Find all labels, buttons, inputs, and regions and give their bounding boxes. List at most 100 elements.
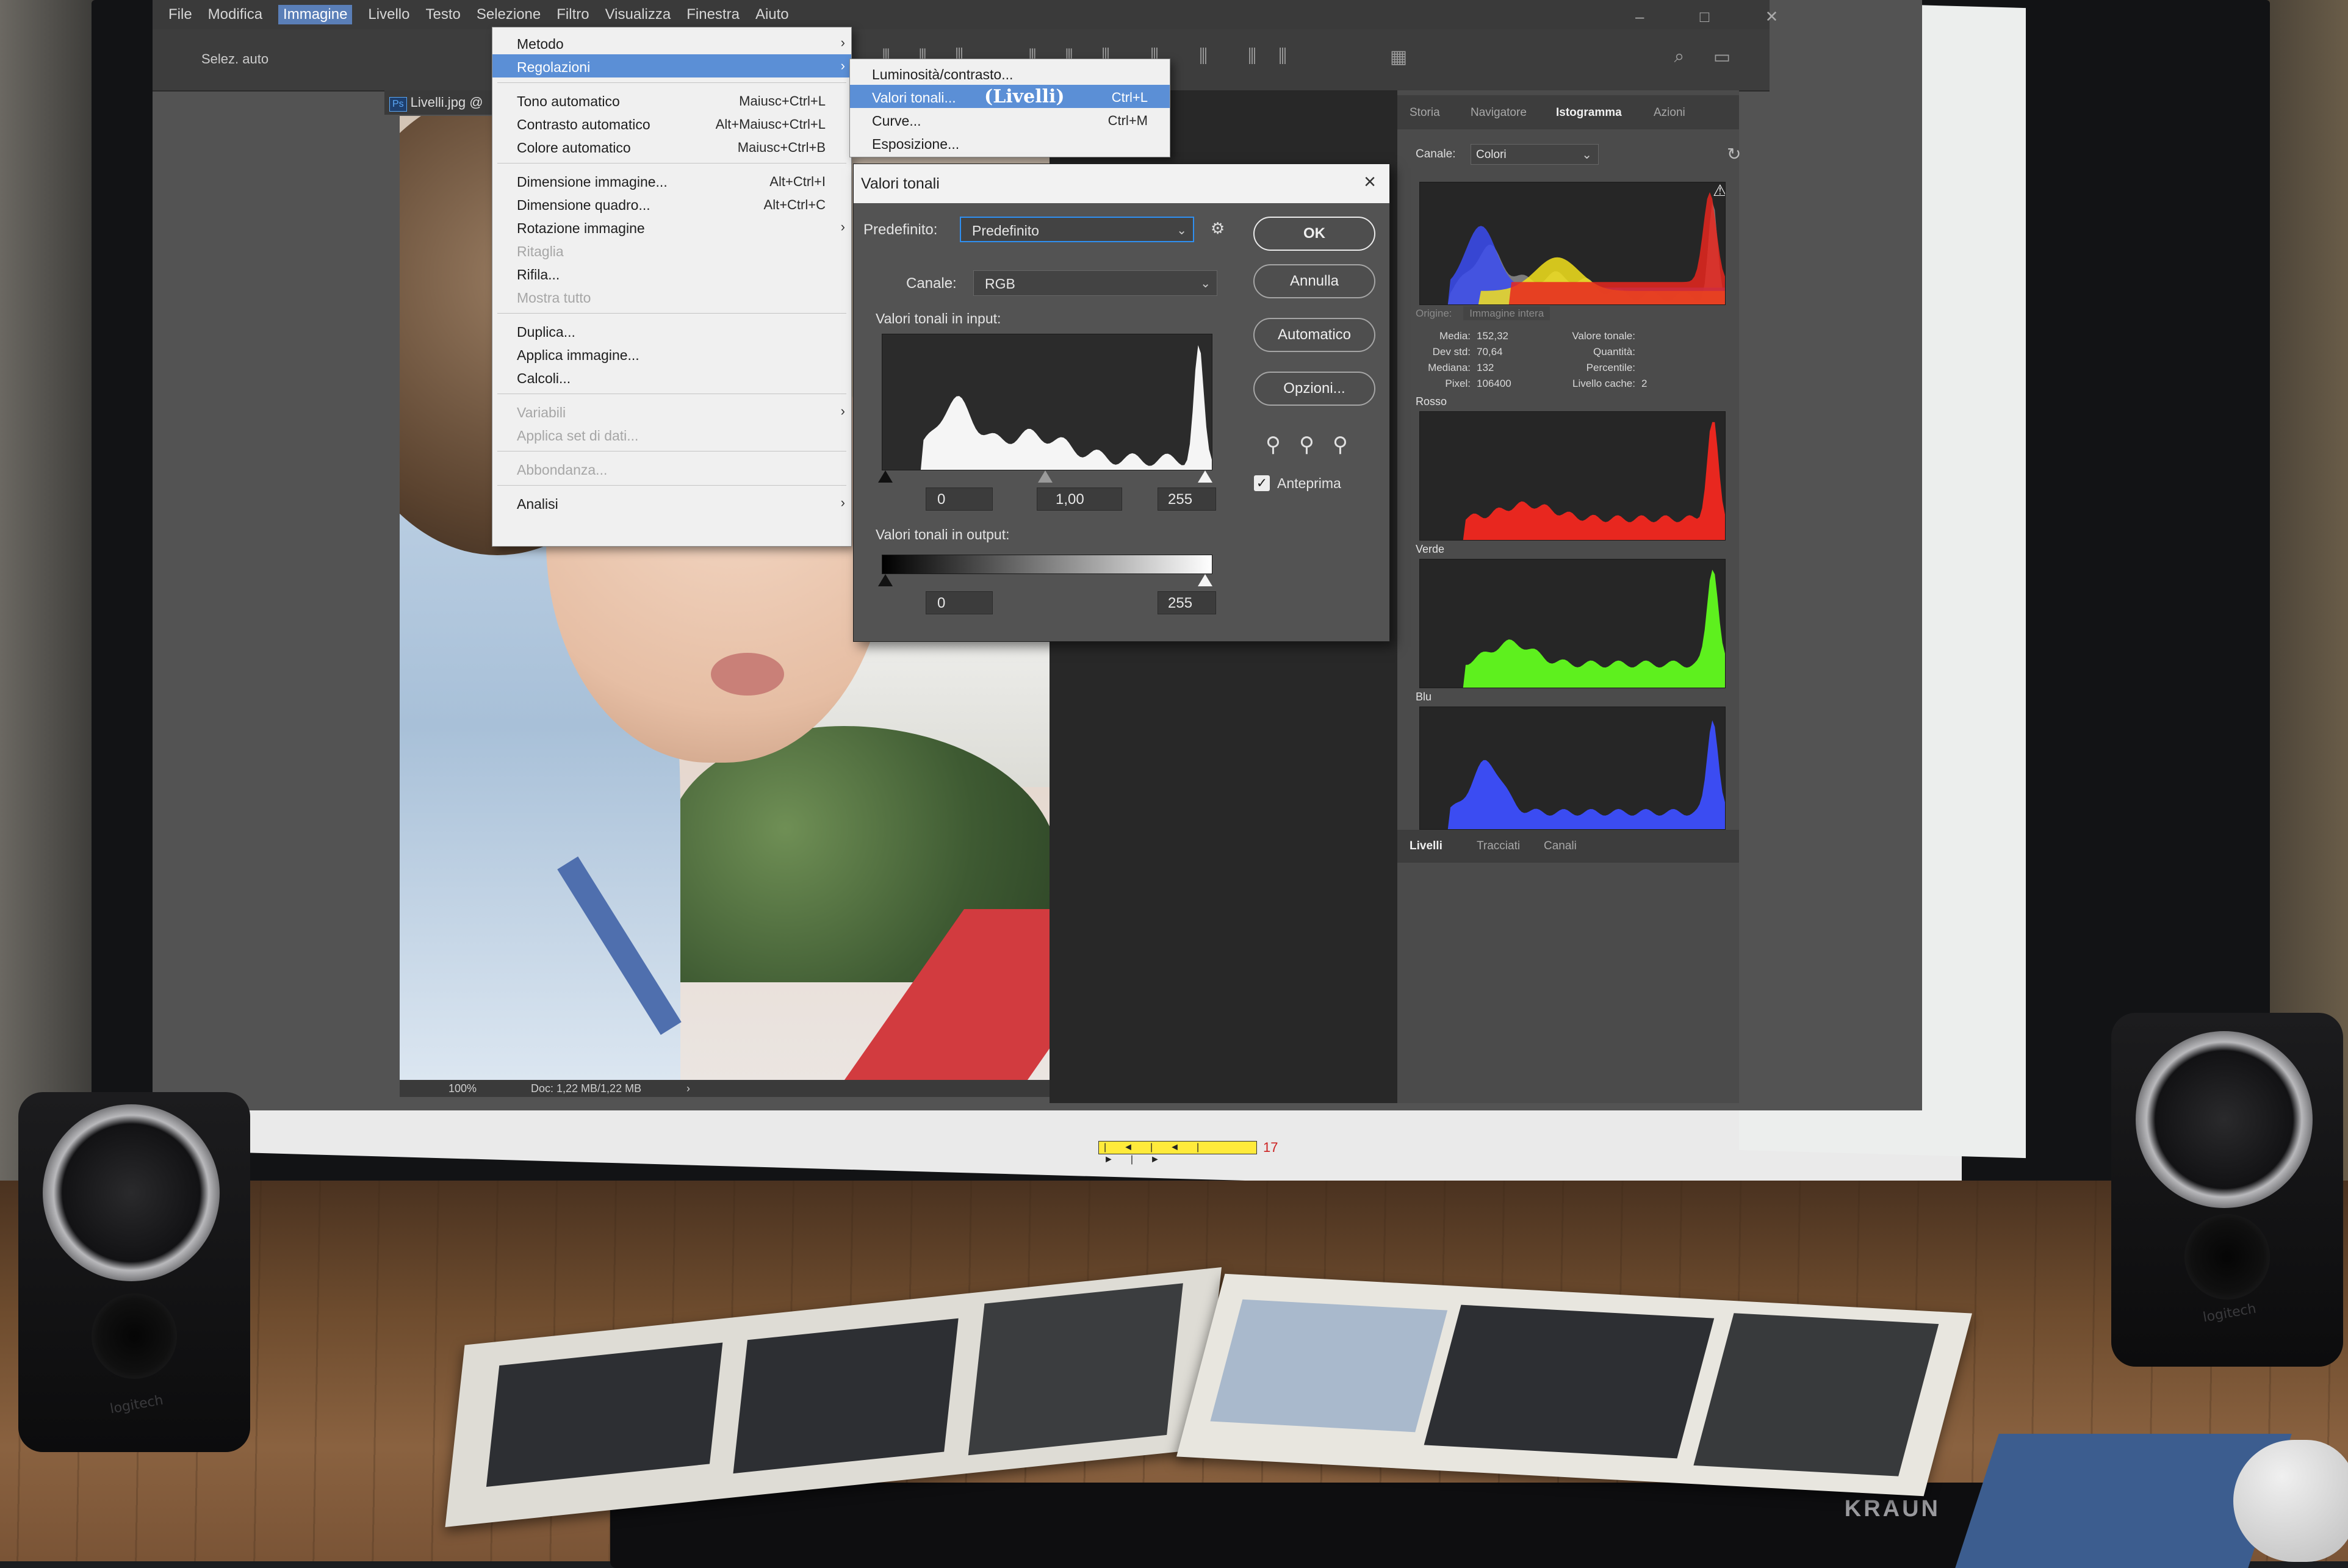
output-white-field[interactable]: 255 (1158, 591, 1216, 614)
distribute-icon[interactable]: ⫼ (1239, 46, 1266, 71)
menubar-item-filtro[interactable]: Filtro (556, 6, 589, 23)
input-gamma-field[interactable]: 1,00 (1037, 487, 1122, 511)
menu-item-ritaglia[interactable]: Ritaglia (492, 239, 851, 262)
refresh-icon[interactable]: ↻ (1727, 144, 1741, 164)
dialog-title: Valori tonali (861, 175, 940, 192)
preset-select[interactable]: Predefinito ⌄ (960, 217, 1194, 242)
menu-item-dimensione-quadro[interactable]: Dimensione quadro... Alt+Ctrl+C (492, 192, 851, 215)
menubar-item-file[interactable]: File (168, 6, 192, 23)
magazine-screenshot (968, 1283, 1183, 1456)
document-tab-label: Livelli.jpg @ (410, 95, 483, 110)
input-gamma-slider[interactable] (1038, 470, 1053, 483)
menu-item-abbondanza[interactable]: Abbondanza... (492, 457, 851, 480)
menu-item-colore-automatico[interactable]: Colore automatico Maiusc+Ctrl+B (492, 135, 851, 158)
menubar-item-livello[interactable]: Livello (368, 6, 409, 23)
histogram-channel-select[interactable]: Colori ⌄ (1471, 144, 1599, 165)
channel-select[interactable]: RGB ⌄ (973, 270, 1217, 296)
panel-tab-tracciati[interactable]: Tracciati (1477, 840, 1520, 853)
menu-item-label: Analisi (517, 496, 558, 512)
histogram-source-select[interactable]: Immagine intera (1463, 306, 1550, 320)
histogram-stat-key: Media: (1439, 330, 1471, 342)
ps-file-icon: Ps (389, 97, 407, 112)
auto-align-icon[interactable]: ▦ (1385, 46, 1412, 71)
output-white-slider[interactable] (1198, 574, 1212, 586)
menu-item-metodo[interactable]: Metodo › (492, 31, 851, 54)
ok-button[interactable]: OK (1253, 217, 1375, 251)
menubar-item-testo[interactable]: Testo (425, 6, 460, 23)
histogram-stat-value: 152,32 (1477, 330, 1508, 342)
submenu-item-esposizione[interactable]: Esposizione... (850, 131, 1170, 154)
menu-item-variabili[interactable]: Variabili › (492, 400, 851, 423)
menubar-item-immagine[interactable]: Immagine (278, 5, 353, 24)
panel-tab-livelli[interactable]: Livelli (1410, 840, 1442, 853)
options-button[interactable]: Opzioni... (1253, 372, 1375, 406)
layers-panel-tabs: Livelli Tracciati Canali (1397, 830, 1739, 863)
menubar-item-finestra[interactable]: Finestra (686, 6, 740, 23)
menu-item-applica-set-di-dati[interactable]: Applica set di dati... (492, 423, 851, 446)
status-arrow-icon[interactable]: › (686, 1082, 690, 1095)
cancel-button[interactable]: Annulla (1253, 264, 1375, 298)
histogram-blue (1419, 707, 1726, 830)
menu-separator (497, 313, 846, 314)
close-icon[interactable]: × (1364, 170, 1376, 194)
menu-item-mostra-tutto[interactable]: Mostra tutto (492, 285, 851, 308)
input-levels-slider[interactable] (878, 468, 1212, 484)
menu-item-contrasto-automatico[interactable]: Contrasto automatico Alt+Maiusc+Ctrl+L (492, 112, 851, 135)
menu-item-applica-immagine[interactable]: Applica immagine... (492, 342, 851, 365)
submenu-item-valori-tonali[interactable]: Valori tonali... Ctrl+L (Livelli) (850, 85, 1170, 108)
menubar-item-aiuto[interactable]: Aiuto (755, 6, 789, 23)
menu-item-dimensione-immagine[interactable]: Dimensione immagine... Alt+Ctrl+I (492, 169, 851, 192)
menubar-item-selezione[interactable]: Selezione (477, 6, 541, 23)
window-controls[interactable]: – □ ✕ (1635, 7, 1804, 26)
menu-item-regolazioni[interactable]: Regolazioni › (492, 54, 851, 77)
histogram-stat-key: Percentile: (1586, 362, 1635, 373)
speaker-logo: logitech (109, 1392, 165, 1417)
workspace-icon[interactable]: ▭ (1709, 46, 1735, 71)
levels-dialog: Valori tonali × Predefinito: Predefinito… (853, 164, 1390, 642)
ruler-strip: |◄|◄|►|► (1098, 1141, 1257, 1165)
status-zoom[interactable]: 100% (448, 1082, 477, 1095)
input-white-slider[interactable] (1198, 470, 1212, 483)
menubar-item-visualizza[interactable]: Visualizza (605, 6, 671, 23)
panel-tab-istogramma[interactable]: Istogramma (1556, 106, 1622, 120)
submenu-item-shortcut: Ctrl+M (1107, 113, 1148, 128)
menu-item-label: Dimensione immagine... (517, 174, 668, 190)
panel-tab-navigatore[interactable]: Navigatore (1471, 106, 1527, 120)
menubar-item-modifica[interactable]: Modifica (208, 6, 262, 23)
submenu-item-curve[interactable]: Curve... Ctrl+M (850, 108, 1170, 131)
menu-item-rotazione-immagine[interactable]: Rotazione immagine › (492, 215, 851, 239)
submenu-item-luminosità-contrasto[interactable]: Luminosità/contrasto... (850, 62, 1170, 85)
gray-eyedropper-icon[interactable]: ⚲ (1299, 433, 1314, 457)
menu-item-label: Contrasto automatico (517, 117, 650, 132)
distribute-icon[interactable]: ⫼ (1190, 46, 1217, 71)
menu-item-shortcut: Alt+Ctrl+I (769, 174, 826, 189)
menu-item-tono-automatico[interactable]: Tono automatico Maiusc+Ctrl+L (492, 88, 851, 112)
menu-separator (497, 163, 846, 164)
options-auto-select[interactable]: Selez. auto (201, 51, 268, 67)
menu-item-rifila[interactable]: Rifila... (492, 262, 851, 285)
preset-value: Predefinito (972, 223, 1039, 239)
panel-tab-storia[interactable]: Storia (1410, 106, 1440, 120)
panel-tab-canali[interactable]: Canali (1544, 840, 1577, 853)
distribute-icon[interactable]: ⫼ (1269, 46, 1296, 71)
preview-checkbox[interactable]: ✓ (1254, 475, 1270, 491)
output-black-field[interactable]: 0 (926, 591, 993, 614)
gear-icon[interactable]: ⚙ (1211, 219, 1225, 238)
auto-button[interactable]: Automatico (1253, 318, 1375, 352)
menu-item-calcoli[interactable]: Calcoli... (492, 365, 851, 389)
panel-tab-azioni[interactable]: Azioni (1654, 106, 1685, 120)
input-white-field[interactable]: 255 (1158, 487, 1216, 511)
output-black-slider[interactable] (878, 574, 893, 586)
chevron-right-icon: › (840, 219, 845, 234)
histogram-green (1419, 559, 1726, 688)
input-black-field[interactable]: 0 (926, 487, 993, 511)
black-eyedropper-icon[interactable]: ⚲ (1266, 433, 1281, 457)
menu-item-label: Duplica... (517, 324, 575, 340)
menu-item-analisi[interactable]: Analisi › (492, 491, 851, 514)
search-icon[interactable]: ⌕ (1666, 46, 1693, 71)
input-black-slider[interactable] (878, 470, 893, 483)
output-levels-slider[interactable] (878, 572, 1212, 588)
warning-icon[interactable]: ⚠ (1713, 182, 1727, 200)
white-eyedropper-icon[interactable]: ⚲ (1333, 433, 1348, 457)
menu-item-duplica[interactable]: Duplica... (492, 319, 851, 342)
